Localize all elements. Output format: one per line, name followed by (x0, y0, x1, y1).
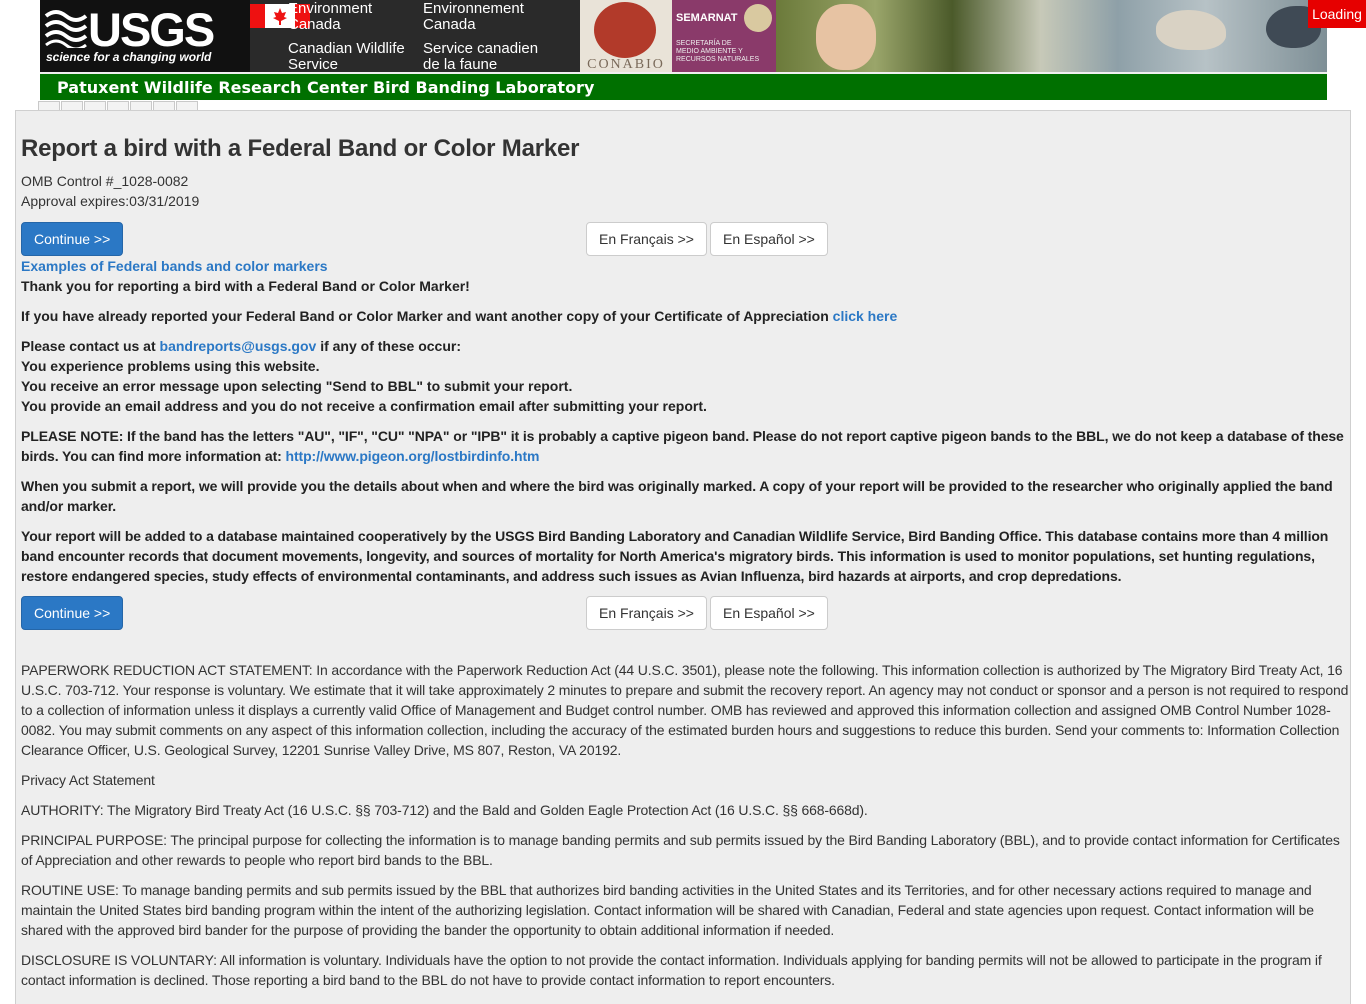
conabio-logo[interactable]: CONABIO (580, 0, 672, 72)
environment-canada-en: Environment Canada (288, 1, 372, 33)
cws-en-line1: Canadian Wildlife (288, 40, 405, 57)
contact-text: Please contact us at bandreports@usgs.go… (21, 336, 461, 356)
problem-item-3: You provide an email address and you do … (21, 398, 707, 414)
spanish-button-top[interactable]: En Español >> (710, 222, 828, 256)
approval-expires: Approval expires:03/31/2019 (21, 193, 200, 209)
cws-fr-line2: de la faune (423, 56, 498, 73)
already-reported-label: If you have already reported your Federa… (21, 308, 829, 324)
semarnat-logo[interactable]: SEMARNAT SECRETARÍA DE MEDIO AMBIENTE Y … (672, 0, 776, 72)
env-canada-fr-line1: Environnement (423, 0, 524, 17)
tab-strip (38, 101, 199, 110)
loading-badge: Loading (1308, 0, 1366, 28)
conabio-emblem-icon (594, 2, 656, 58)
header-banner: USGS science for a changing world Enviro… (40, 0, 1327, 72)
problem-item-1: You experience problems using this websi… (21, 358, 320, 374)
thank-you-text: Thank you for reporting a bird with a Fe… (21, 278, 470, 294)
spanish-button-bottom[interactable]: En Español >> (710, 596, 828, 630)
banner-photo (776, 0, 1327, 72)
tab-4[interactable] (107, 101, 129, 110)
sandpiper-photo (1156, 10, 1226, 50)
contact-suffix: if any of these occur: (320, 338, 462, 354)
mexico-emblem-icon (744, 4, 772, 32)
submit-info-text: When you submit a report, we will provid… (21, 478, 1333, 514)
usgs-wordmark: USGS (88, 3, 215, 56)
env-canada-en-line2: Canada (288, 16, 341, 33)
problem-item-2: You receive an error message upon select… (21, 378, 573, 394)
continue-button-top[interactable]: Continue >> (21, 222, 124, 256)
child-photo (816, 4, 876, 70)
authority-statement: AUTHORITY: The Migratory Bird Treaty Act… (21, 802, 868, 818)
examples-link[interactable]: Examples of Federal bands and color mark… (21, 256, 328, 276)
paperwork-statement: PAPERWORK REDUCTION ACT STATEMENT: In ac… (21, 662, 1349, 758)
click-here-link[interactable]: click here (833, 308, 898, 324)
routine-use-statement: ROUTINE USE: To manage banding permits a… (21, 882, 1314, 938)
usgs-tagline: science for a changing world (46, 50, 212, 64)
principal-purpose-statement: PRINCIPAL PURPOSE: The principal purpose… (21, 832, 1340, 868)
continue-button-bottom[interactable]: Continue >> (21, 596, 124, 630)
disclosure-statement: DISCLOSURE IS VOLUNTARY: All information… (21, 952, 1322, 988)
french-button-top[interactable]: En Français >> (586, 222, 707, 256)
environment-canada-fr: Environnement Canada (423, 1, 524, 33)
database-info-text: Your report will be added to a database … (21, 528, 1329, 584)
contact-email-link[interactable]: bandreports@usgs.gov (160, 338, 317, 354)
usgs-logo[interactable]: USGS science for a changing world (40, 0, 250, 72)
pigeon-info-link[interactable]: http://www.pigeon.org/lostbirdinfo.htm (286, 448, 540, 464)
already-reported-text: If you have already reported your Federa… (21, 306, 897, 326)
semarnat-wordmark: SEMARNAT (676, 12, 738, 24)
tab-3[interactable] (84, 101, 106, 110)
cws-en: Canadian Wildlife Service (288, 40, 405, 73)
conabio-wordmark: CONABIO (587, 57, 665, 72)
pigeon-band-note: PLEASE NOTE: If the band has the letters… (21, 426, 1349, 466)
semarnat-subtitle: SECRETARÍA DE MEDIO AMBIENTE Y RECURSOS … (676, 40, 772, 64)
tab-1[interactable] (38, 101, 60, 110)
env-canada-fr-line2: Canada (423, 16, 476, 33)
privacy-act-title: Privacy Act Statement (21, 772, 155, 788)
tab-5[interactable] (130, 101, 152, 110)
tab-7[interactable] (176, 101, 198, 110)
cws-fr-line1: Service canadien (423, 40, 539, 57)
cws-en-line2: Service (288, 56, 339, 73)
tab-6[interactable] (153, 101, 175, 110)
semarnat-sub-line2: MEDIO AMBIENTE Y (676, 48, 743, 55)
tab-2[interactable] (61, 101, 83, 110)
omb-control: OMB Control #_1028-0082 (21, 173, 189, 189)
main-panel: Report a bird with a Federal Band or Col… (15, 110, 1351, 1004)
cws-fr: Service canadien de la faune (423, 40, 539, 73)
pigeon-note-text: PLEASE NOTE: If the band has the letters… (21, 428, 1344, 464)
lab-title-bar: Patuxent Wildlife Research Center Bird B… (40, 72, 1327, 100)
french-button-bottom[interactable]: En Français >> (586, 596, 707, 630)
lab-title: Patuxent Wildlife Research Center Bird B… (57, 78, 595, 97)
contact-prefix: Please contact us at (21, 338, 156, 354)
semarnat-sub-line1: SECRETARÍA DE (676, 40, 732, 47)
semarnat-sub-line3: RECURSOS NATURALES (676, 56, 760, 63)
env-canada-en-line1: Environment (288, 0, 373, 17)
page-title: Report a bird with a Federal Band or Col… (21, 135, 580, 162)
usgs-wave-icon (44, 10, 88, 48)
